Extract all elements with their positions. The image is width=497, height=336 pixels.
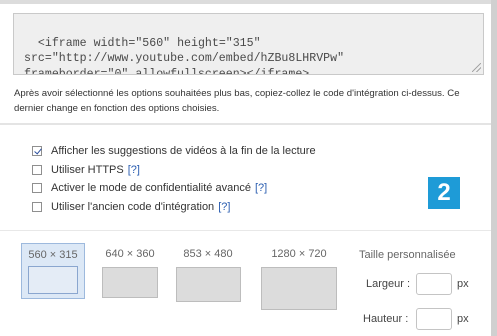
size-option-640[interactable]: 640 × 360: [96, 247, 164, 303]
option-privacy-mode[interactable]: Activer le mode de confidentialité avanc…: [32, 180, 267, 196]
width-input[interactable]: [416, 273, 452, 295]
option-use-https[interactable]: Utiliser HTTPS [?]: [32, 162, 140, 178]
option-label: Utiliser HTTPS: [51, 164, 124, 176]
size-preview: [175, 267, 241, 302]
option-show-suggestions[interactable]: Afficher les suggestions de vidéos à la …: [32, 143, 316, 159]
height-unit: px: [457, 313, 469, 325]
size-option-853[interactable]: 853 × 480: [170, 247, 246, 307]
resize-grip-icon[interactable]: [472, 63, 481, 72]
help-link-privacy[interactable]: [?]: [255, 182, 267, 194]
option-label: Afficher les suggestions de vidéos à la …: [51, 145, 316, 157]
size-label: 1280 × 720: [271, 248, 327, 260]
size-option-560[interactable]: 560 × 315: [21, 243, 85, 299]
step-badge: 2: [428, 177, 460, 209]
size-preview: [102, 267, 158, 298]
size-preview: [261, 267, 337, 310]
window-top-edge: [0, 0, 497, 4]
option-old-embed[interactable]: Utiliser l'ancien code d'intégration [?]: [32, 199, 230, 215]
size-label: 853 × 480: [183, 248, 233, 260]
embed-instructions: Après avoir sélectionné les options souh…: [14, 88, 460, 114]
size-label: 640 × 360: [105, 248, 155, 260]
section-divider: [0, 230, 491, 231]
section-divider: [0, 123, 491, 125]
checkbox-privacy-mode[interactable]: [32, 183, 42, 193]
size-preview: [28, 266, 78, 294]
custom-size-title: Taille personnalisée: [359, 249, 456, 261]
size-option-1280[interactable]: 1280 × 720: [254, 247, 344, 311]
help-link-https[interactable]: [?]: [128, 164, 140, 176]
embed-code-textarea[interactable]: <iframe width="560" height="315" src="ht…: [13, 13, 484, 75]
width-label: Largeur :: [366, 278, 411, 290]
option-label: Utiliser l'ancien code d'intégration: [51, 201, 215, 213]
help-link-old-embed[interactable]: [?]: [218, 201, 230, 213]
window-right-edge: [491, 0, 497, 336]
checkbox-show-suggestions[interactable]: [32, 146, 42, 156]
checkbox-use-https[interactable]: [32, 165, 42, 175]
embed-code-text[interactable]: <iframe width="560" height="315" src="ht…: [24, 37, 344, 75]
option-label: Activer le mode de confidentialité avanc…: [51, 182, 251, 194]
size-label: 560 × 315: [28, 249, 78, 261]
height-label: Hauteur :: [363, 313, 409, 325]
height-input[interactable]: [416, 308, 452, 330]
width-unit: px: [457, 278, 469, 290]
checkbox-old-embed[interactable]: [32, 202, 42, 212]
